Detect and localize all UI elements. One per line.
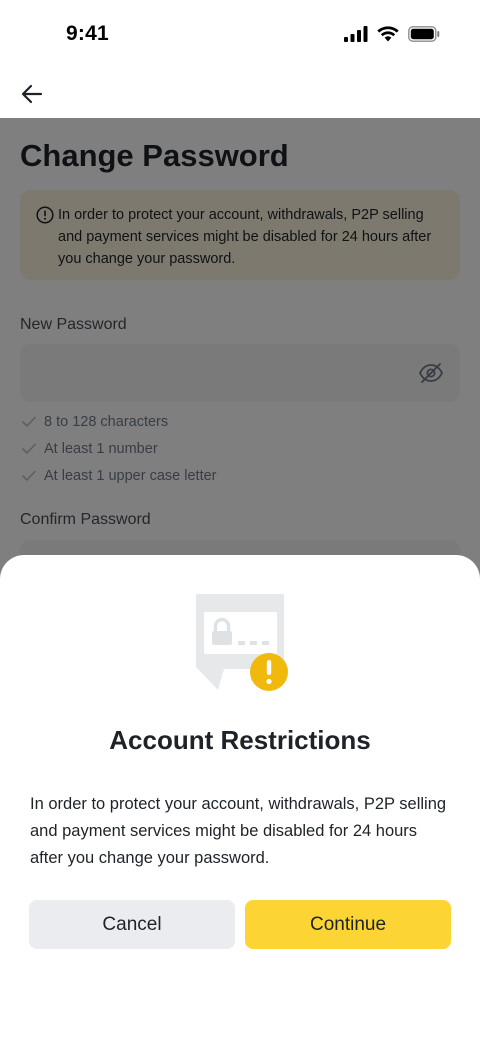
continue-button[interactable]: Continue bbox=[245, 900, 451, 949]
account-restrictions-sheet: Account Restrictions In order to protect… bbox=[0, 555, 480, 1040]
dialog-title: Account Restrictions bbox=[109, 725, 371, 755]
status-icons bbox=[344, 26, 440, 42]
status-time: 9:41 bbox=[66, 22, 109, 45]
dialog-message: In order to protect your account, withdr… bbox=[30, 795, 447, 867]
header bbox=[0, 70, 480, 118]
signal-icon bbox=[344, 26, 368, 42]
status-bar: 9:41 bbox=[0, 0, 480, 70]
arrow-left-icon bbox=[21, 84, 43, 104]
back-button[interactable] bbox=[18, 80, 46, 108]
lock-alert-icon bbox=[196, 594, 288, 691]
wifi-icon bbox=[377, 26, 399, 42]
cancel-button[interactable]: Cancel bbox=[29, 900, 235, 949]
battery-icon bbox=[408, 26, 440, 42]
